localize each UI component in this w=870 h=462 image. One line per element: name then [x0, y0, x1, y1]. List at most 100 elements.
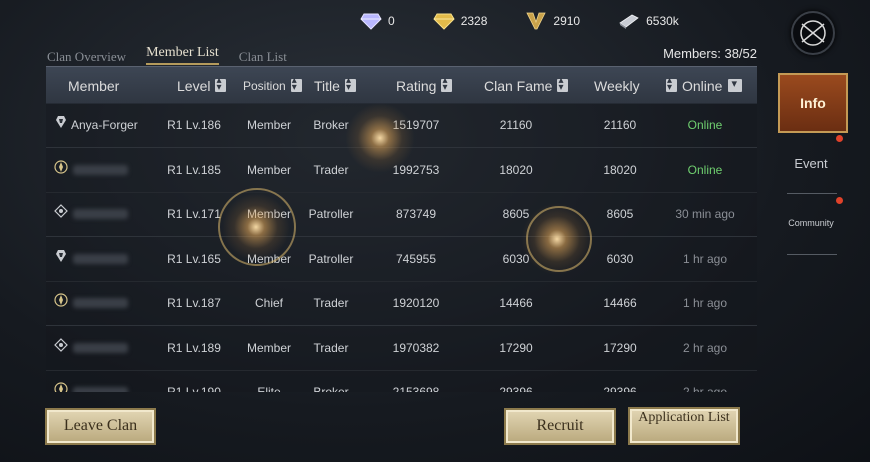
- rating-cell: 745955: [395, 251, 437, 266]
- position-cell: Member: [246, 251, 291, 266]
- sort-icon: [290, 75, 302, 93]
- level-cell: R1 Lv.171: [167, 207, 221, 221]
- tab-member-list[interactable]: Member List: [146, 45, 219, 65]
- currency-diamond: 0: [360, 12, 395, 30]
- sort-icon: [215, 75, 227, 93]
- col-level-sort[interactable]: Level: [177, 75, 227, 94]
- member-name-hidden: [73, 164, 128, 175]
- dropdown-icon: [728, 77, 743, 92]
- member-cell[interactable]: [54, 148, 169, 192]
- member-badge-icon: [54, 103, 71, 147]
- title-cell: Trader: [313, 296, 349, 310]
- position-cell: Elite: [257, 385, 281, 392]
- member-name-hidden: [73, 387, 128, 392]
- member-cell[interactable]: [54, 192, 169, 236]
- members-count: Members: 38/52: [663, 46, 757, 61]
- clan-fame-cell: 18020: [499, 162, 533, 177]
- clan-fame-cell: 17290: [499, 340, 533, 355]
- table-row[interactable]: R1 Lv.171 Member Patroller 873749 8605 8605 30…: [46, 192, 757, 237]
- rating-cell: 1970382: [392, 340, 440, 355]
- member-badge-icon: [54, 281, 71, 325]
- table-row[interactable]: R1 Lv.165 Member Patroller 745955 6030 6030 1 …: [46, 236, 757, 282]
- diamond-icon: [360, 13, 382, 30]
- title-cell: Trader: [313, 162, 349, 177]
- sidebar-item-info[interactable]: Info: [778, 73, 848, 133]
- sort-icon: [344, 75, 356, 93]
- col-fame-sort[interactable]: Clan Fame: [484, 75, 569, 94]
- online-status-cell: 30 min ago: [675, 207, 735, 221]
- member-badge-icon: [54, 326, 71, 370]
- online-status-cell: 1 hr ago: [682, 251, 728, 266]
- clan-emblem-button[interactable]: [791, 11, 835, 55]
- col-weekly: Weekly: [594, 77, 640, 94]
- table-row[interactable]: R1 Lv.189 Member Trader 1970382 17290 17290 2 …: [46, 325, 757, 371]
- application-list-label: Application List: [638, 410, 730, 425]
- member-badge-icon: [54, 192, 71, 236]
- notification-dot: [836, 197, 843, 204]
- member-cell[interactable]: Anya-Forger: [54, 103, 169, 147]
- table-row[interactable]: R1 Lv.187 Chief Trader 1920120 14466 14466 1 h…: [46, 281, 757, 326]
- sidebar-divider: [787, 193, 837, 194]
- title-cell: Patroller: [308, 251, 354, 266]
- table-row[interactable]: R1 Lv.185 Member Trader 1992753 18020 18020 On…: [46, 147, 757, 193]
- silver-bar-icon: [619, 14, 639, 29]
- member-name-hidden: [73, 342, 128, 353]
- weekly-cell: 8605: [606, 207, 634, 221]
- clan-emblem-icon: [800, 20, 826, 46]
- col-position-sort[interactable]: Position: [243, 75, 302, 93]
- leave-clan-button[interactable]: Leave Clan: [45, 408, 156, 445]
- position-cell: Member: [246, 207, 291, 221]
- title-cell: Broker: [313, 118, 349, 132]
- position-cell: Member: [246, 340, 291, 355]
- title-cell: Patroller: [308, 207, 354, 221]
- sidebar-item-event[interactable]: Event: [778, 156, 844, 176]
- weekly-cell: 21160: [603, 118, 637, 132]
- table-header: Member Level Position Title Rating Clan …: [46, 66, 757, 104]
- col-member: Member: [68, 77, 120, 94]
- table-row[interactable]: R1 Lv.190 Elite Broker 2153698 29396 29396 2 h…: [46, 370, 757, 392]
- table-row[interactable]: Anya-Forger R1 Lv.186 Member Broker 1519707 2…: [46, 103, 757, 148]
- clan-fame-cell: 21160: [499, 118, 533, 132]
- member-name-hidden: [73, 209, 128, 219]
- sort-icon: [441, 75, 453, 93]
- currency-silver: 6530k: [618, 12, 679, 30]
- col-online-filter[interactable]: Online: [666, 75, 743, 94]
- col-rating-sort[interactable]: Rating: [396, 75, 453, 94]
- member-cell[interactable]: [54, 370, 169, 392]
- member-cell[interactable]: [54, 237, 169, 281]
- level-cell: R1 Lv.190: [167, 385, 221, 392]
- level-cell: R1 Lv.189: [167, 340, 221, 355]
- tab-clan-overview[interactable]: Clan Overview: [47, 49, 126, 65]
- sidebar-divider: [787, 254, 837, 255]
- gold-gem-icon: [433, 13, 455, 30]
- tab-clan-list[interactable]: Clan List: [239, 49, 287, 65]
- col-title-sort[interactable]: Title: [314, 75, 356, 94]
- clan-fame-cell: 8605: [502, 207, 530, 221]
- rating-cell: 2153698: [392, 385, 440, 392]
- level-cell: R1 Lv.185: [167, 162, 221, 177]
- member-table: Member Level Position Title Rating Clan …: [46, 66, 757, 392]
- member-name-hidden: [73, 298, 128, 308]
- sort-icon: [557, 75, 569, 93]
- weekly-cell: 6030: [606, 251, 634, 266]
- sidebar-item-community[interactable]: Community: [778, 218, 844, 234]
- rating-cell: 1519707: [392, 118, 440, 132]
- currency-v-token: 2910: [525, 12, 580, 30]
- currency-gold-value: 2328: [460, 14, 488, 28]
- level-cell: R1 Lv.165: [167, 251, 221, 266]
- recruit-button[interactable]: Recruit: [504, 408, 616, 445]
- member-name: Anya-Forger: [71, 118, 138, 132]
- member-cell[interactable]: [54, 281, 169, 325]
- member-cell[interactable]: [54, 326, 169, 370]
- currency-v-token-value: 2910: [553, 14, 581, 28]
- online-status-cell: 1 hr ago: [682, 296, 728, 310]
- currency-gold: 2328: [433, 12, 488, 30]
- currency-bar: 0 2328 2910 6530k: [360, 8, 717, 34]
- member-badge-icon: [54, 237, 71, 281]
- application-list-button[interactable]: Application List: [628, 407, 740, 445]
- weekly-cell: 14466: [603, 296, 637, 310]
- clan-fame-cell: 29396: [499, 385, 533, 392]
- right-sidebar: Info Event Community: [775, 62, 870, 462]
- online-status-cell: Online: [687, 118, 723, 132]
- weekly-cell: 29396: [603, 385, 637, 392]
